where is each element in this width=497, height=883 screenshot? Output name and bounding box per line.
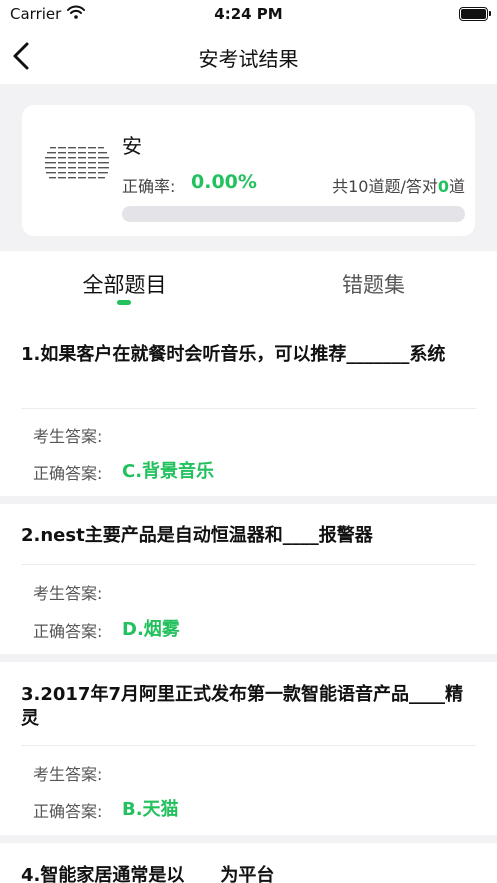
- correct-answer-label: 正确答案:: [33, 622, 103, 641]
- question-card: 2.nest主要产品是自动恒温器和____报警器 考生答案: 正确答案: D.烟…: [0, 504, 497, 654]
- user-name: 安: [122, 134, 142, 158]
- divider: [21, 408, 476, 409]
- question-text: 4.智能家居通常是以____为平台: [21, 865, 275, 883]
- tab-all-questions[interactable]: 全部题目: [0, 269, 249, 299]
- question-list[interactable]: 1.如果客户在就餐时会听音乐，可以推荐_______系统 考生答案: 正确答案:…: [0, 317, 497, 883]
- question-text: 2.nest主要产品是自动恒温器和____报警器: [21, 525, 373, 546]
- question-text: 3.2017年7月阿里正式发布第一款智能语音产品____精灵: [21, 684, 463, 729]
- question-card: 1.如果客户在就餐时会听音乐，可以推荐_______系统 考生答案: 正确答案:…: [0, 317, 497, 496]
- correct-answer-value: B.天猫: [122, 799, 179, 820]
- score-summary: 共10道题/答对0道: [332, 173, 465, 197]
- accuracy-value: 0.00%: [191, 171, 257, 193]
- score-unit-text: 道: [448, 177, 465, 196]
- battery-icon: [459, 7, 491, 21]
- active-tab-indicator: [117, 300, 131, 305]
- status-bar: Carrier 4:24 PM: [0, 0, 497, 28]
- examinee-answer-label: 考生答案:: [33, 427, 103, 446]
- divider: [21, 564, 476, 565]
- question-text: 1.如果客户在就餐时会听音乐，可以推荐_______系统: [21, 344, 446, 365]
- score-total-text: 共10道题/答对: [332, 177, 438, 196]
- correct-answer-value: D.烟雾: [122, 619, 180, 640]
- page-title: 安考试结果: [198, 47, 299, 71]
- avatar: [42, 135, 112, 191]
- result-summary-card: 安 正确率: 0.00% 共10道题/答对0道: [22, 105, 475, 236]
- navigation-bar: 安考试结果: [0, 28, 497, 84]
- clock: 4:24 PM: [214, 5, 283, 23]
- tab-wrong-questions[interactable]: 错题集: [249, 269, 497, 299]
- question-card: 4.智能家居通常是以____为平台: [0, 843, 497, 883]
- examinee-answer-label: 考生答案:: [33, 584, 103, 603]
- accuracy-progress-bar: [122, 206, 465, 222]
- summary-section: 安 正确率: 0.00% 共10道题/答对0道: [0, 84, 497, 251]
- correct-answer-label: 正确答案:: [33, 464, 103, 483]
- accuracy-label: 正确率:: [122, 177, 176, 196]
- tab-bar: 全部题目 错题集: [0, 251, 497, 317]
- divider: [21, 745, 476, 746]
- question-card: 3.2017年7月阿里正式发布第一款智能语音产品____精灵 考生答案: 正确答…: [0, 662, 497, 835]
- examinee-answer-label: 考生答案:: [33, 765, 103, 784]
- avatar-image: [45, 145, 109, 181]
- correct-answer-value: C.背景音乐: [122, 461, 215, 482]
- correct-count: 0: [437, 177, 449, 196]
- correct-answer-label: 正确答案:: [33, 802, 103, 821]
